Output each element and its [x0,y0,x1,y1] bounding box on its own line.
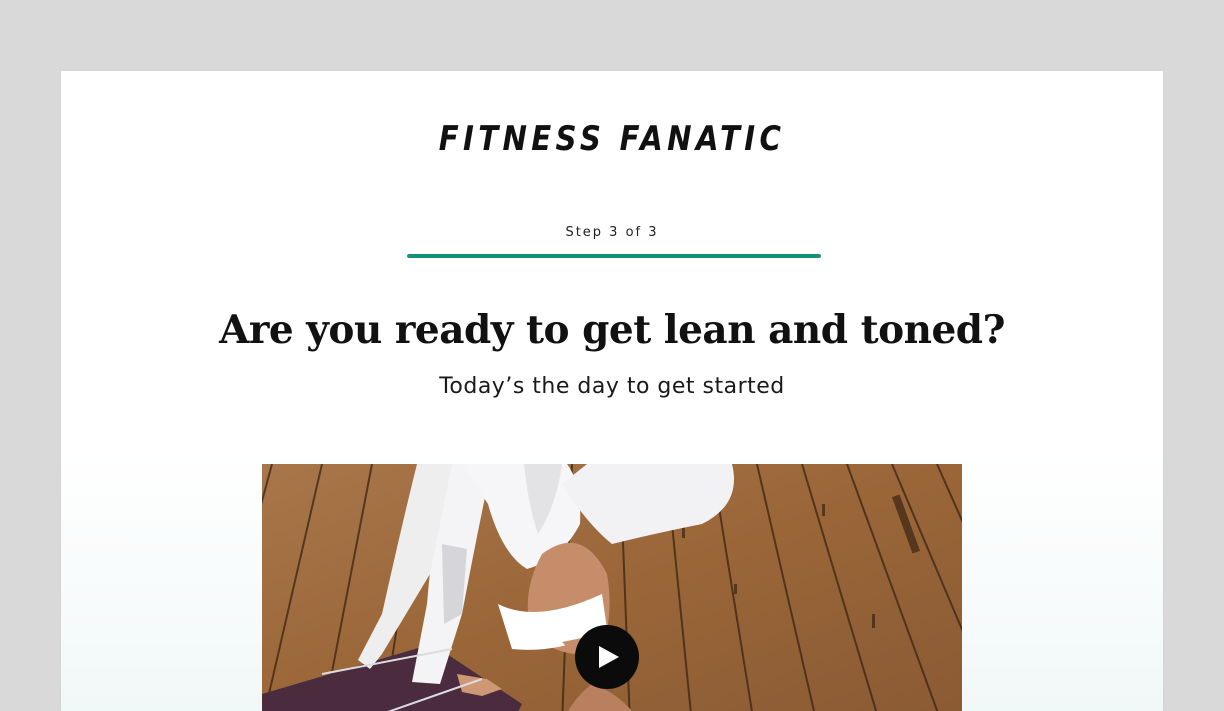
progress-bar-fill [407,254,821,258]
page-title: Are you ready to get lean and toned? [219,307,1005,353]
brand-logo[interactable]: FITNESS FANATIC [138,119,1086,159]
video-player[interactable] [262,464,962,711]
page-subtitle: Today’s the day to get started [439,374,785,399]
play-icon [599,646,619,668]
step-indicator: Step 3 of 3 [565,225,659,240]
progress-bar [407,254,821,258]
play-button[interactable] [575,625,639,689]
page-card: FITNESS FANATIC Step 3 of 3 Are you read… [61,71,1163,711]
